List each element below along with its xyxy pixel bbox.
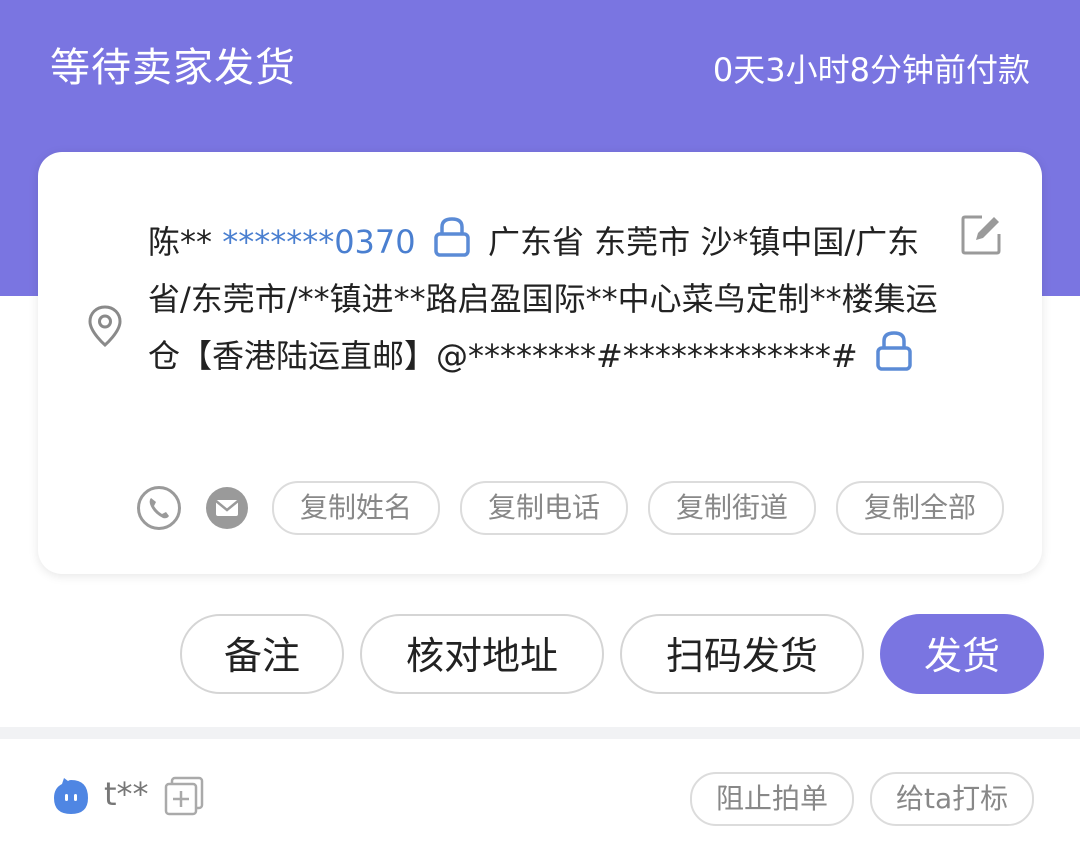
recipient-phone[interactable]: *******0370	[222, 223, 415, 261]
message-icon[interactable]	[204, 485, 250, 531]
copy-phone-button[interactable]: 复制电话	[460, 481, 629, 535]
block-order-button[interactable]: 阻止拍单	[690, 772, 855, 826]
location-pin-icon	[88, 305, 122, 347]
order-actions: 备注 核对地址 扫码发货 发货	[164, 614, 1044, 694]
payment-time: 0天3小时8分钟前付款	[712, 51, 1030, 89]
lock-icon[interactable]	[432, 215, 472, 259]
verify-address-button[interactable]: 核对地址	[360, 614, 604, 694]
section-divider	[0, 727, 1080, 739]
copy-name-button[interactable]: 复制姓名	[272, 481, 441, 535]
copy-all-button[interactable]: 复制全部	[836, 481, 1005, 535]
order-status-title: 等待卖家发货	[50, 45, 296, 91]
scan-ship-button[interactable]: 扫码发货	[620, 614, 864, 694]
tag-buyer-button[interactable]: 给ta打标	[870, 772, 1035, 826]
remark-button[interactable]: 备注	[180, 614, 344, 694]
phone-icon[interactable]	[136, 485, 182, 531]
address-lock-icon[interactable]	[874, 329, 914, 373]
address-text-block: 陈** *******0370 广东省 东莞市 沙*镇中国/广东省/东莞市/**…	[148, 214, 958, 385]
recipient-name: 陈**	[148, 223, 213, 261]
copy-street-button[interactable]: 复制街道	[648, 481, 817, 535]
buyer-avatar-icon	[54, 778, 88, 814]
buyer-name[interactable]: t**	[104, 772, 149, 816]
edit-icon[interactable]	[958, 212, 1004, 258]
address-card: 陈** *******0370 广东省 东莞市 沙*镇中国/广东省/东莞市/**…	[38, 152, 1042, 574]
ship-button[interactable]: 发货	[880, 614, 1044, 694]
copy-actions-row: 复制姓名 复制电话 复制街道 复制全部	[136, 480, 1024, 536]
add-icon[interactable]	[164, 776, 204, 816]
